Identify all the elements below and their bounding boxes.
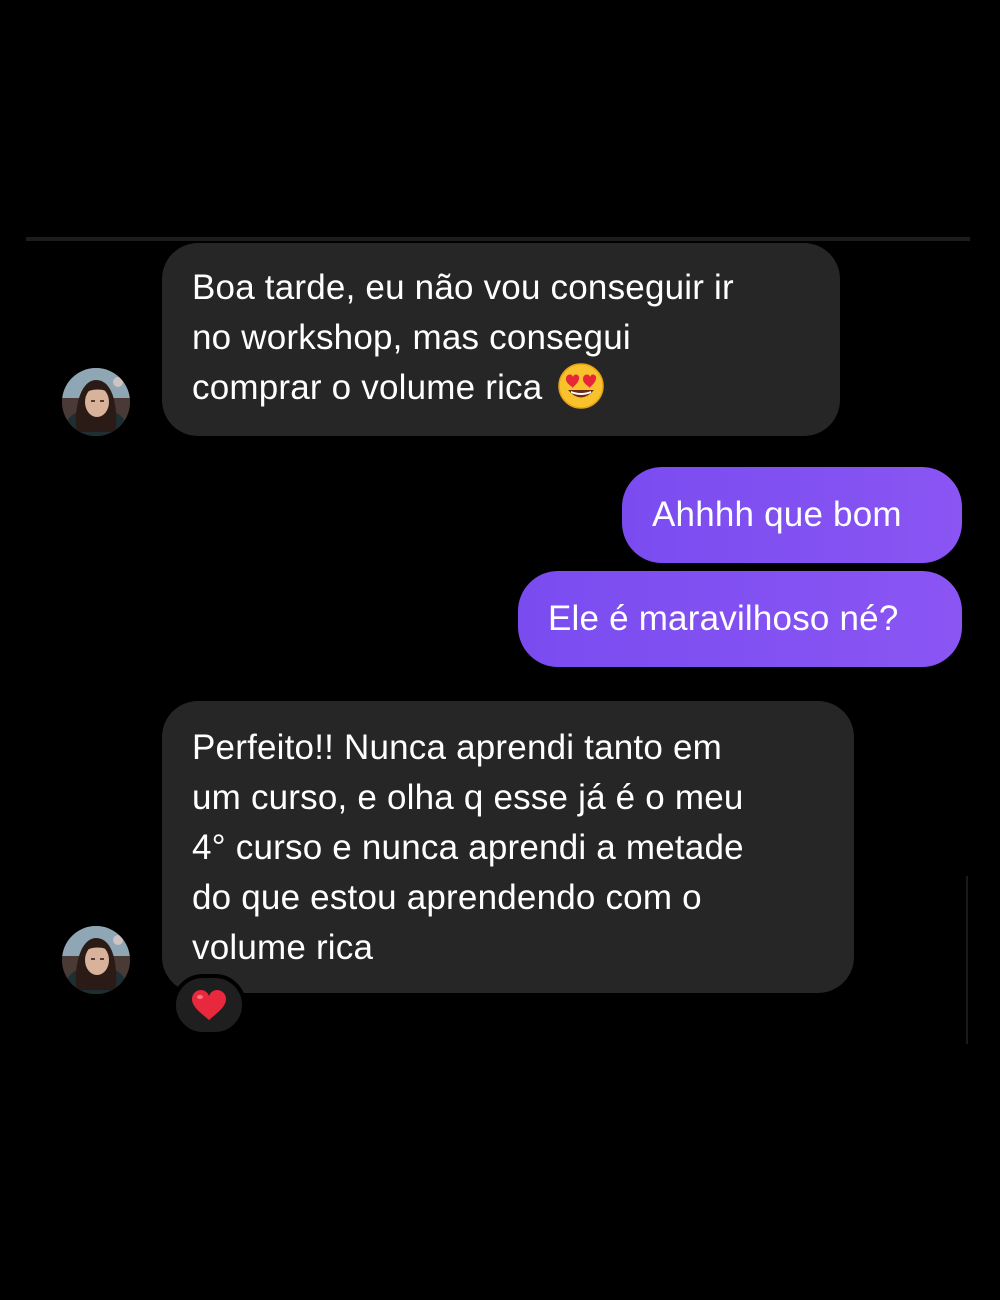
message-bubble-outgoing[interactable]: Ahhhh que bom bbox=[622, 467, 962, 563]
contact-avatar[interactable] bbox=[62, 926, 130, 994]
message-text: Ele é maravilhoso né? bbox=[548, 599, 899, 638]
message-text-line: Boa tarde, eu não vou conseguir ir bbox=[192, 268, 734, 307]
message-reaction[interactable] bbox=[172, 974, 246, 1036]
chat-screen: Boa tarde, eu não vou conseguir ir no wo… bbox=[0, 0, 1000, 1300]
message-text-line: volume rica bbox=[192, 928, 374, 967]
scroll-edge bbox=[966, 876, 968, 1044]
message-text-line: comprar o volume rica bbox=[192, 363, 812, 413]
message-text: Ahhhh que bom bbox=[652, 495, 902, 534]
heart-eyes-emoji-icon bbox=[558, 363, 605, 409]
message-text-line: 4° curso e nunca aprendi a metade bbox=[192, 828, 744, 867]
message-bubble-incoming[interactable]: Boa tarde, eu não vou conseguir ir no wo… bbox=[162, 243, 840, 436]
contact-avatar[interactable] bbox=[62, 368, 130, 436]
red-heart-icon bbox=[192, 990, 226, 1020]
message-text-line: do que estou aprendendo com o bbox=[192, 878, 702, 917]
message-bubble-incoming[interactable]: Perfeito!! Nunca aprendi tanto em um cur… bbox=[162, 701, 854, 993]
message-text-line: Perfeito!! Nunca aprendi tanto em bbox=[192, 728, 722, 767]
message-bubble-outgoing[interactable]: Ele é maravilhoso né? bbox=[518, 571, 962, 667]
message-text-line: um curso, e olha q esse já é o meu bbox=[192, 778, 744, 817]
message-text-line: no workshop, mas consegui bbox=[192, 318, 631, 357]
header-divider bbox=[26, 237, 970, 241]
avatar-photo-icon bbox=[62, 368, 130, 436]
avatar-photo-icon bbox=[62, 926, 130, 994]
